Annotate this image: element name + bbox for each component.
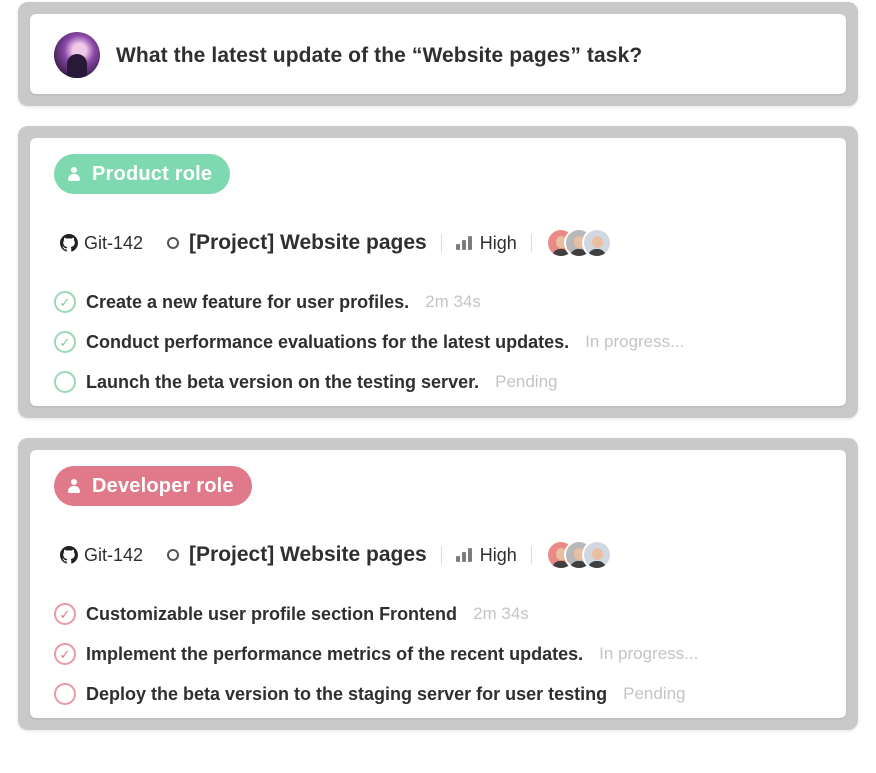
task-list: ✓ Customizable user profile section Fron… xyxy=(54,594,698,714)
empty-circle-icon xyxy=(54,683,76,705)
signal-bars-icon xyxy=(455,548,474,562)
list-item[interactable]: Launch the beta version on the testing s… xyxy=(54,362,684,402)
avatar xyxy=(581,228,612,258)
task-meta: Git-142 [Project] Website pages High xyxy=(60,228,612,258)
role-label: Developer role xyxy=(92,474,234,497)
question-panel: What the latest update of the “Website p… xyxy=(18,2,858,106)
task-status: In progress... xyxy=(585,332,685,351)
github-icon xyxy=(60,546,78,564)
divider xyxy=(440,234,442,252)
list-item[interactable]: Deploy the beta version to the staging s… xyxy=(54,674,698,714)
git-id[interactable]: Git-142 xyxy=(84,545,143,566)
developer-role-panel: Developer role Git-142 [Project] Website… xyxy=(18,438,858,730)
priority-label[interactable]: High xyxy=(480,545,517,566)
list-item[interactable]: ✓ Implement the performance metrics of t… xyxy=(54,634,698,674)
git-id[interactable]: Git-142 xyxy=(84,233,143,254)
list-item[interactable]: ✓ Customizable user profile section Fron… xyxy=(54,594,698,634)
divider xyxy=(440,546,442,564)
role-label: Product role xyxy=(92,162,213,185)
task-status: 2m 34s xyxy=(473,604,529,623)
task-text: Customizable user profile section Fronte… xyxy=(86,603,458,624)
circle-icon xyxy=(167,549,180,561)
github-icon xyxy=(60,234,78,252)
task-status: Pending xyxy=(495,372,558,391)
task-status: 2m 34s xyxy=(425,292,481,311)
person-icon xyxy=(68,479,80,493)
check-circle-icon: ✓ xyxy=(54,643,76,665)
check-circle-icon: ✓ xyxy=(54,603,76,625)
person-icon xyxy=(68,167,80,181)
divider xyxy=(530,234,532,252)
question-text: What the latest update of the “Website p… xyxy=(116,44,643,67)
task-meta: Git-142 [Project] Website pages High xyxy=(60,540,612,570)
developer-role-card: Developer role Git-142 [Project] Website… xyxy=(30,450,846,718)
assignee-avatars[interactable] xyxy=(545,228,612,258)
role-badge[interactable]: Product role xyxy=(54,154,231,194)
empty-circle-icon xyxy=(54,371,76,393)
task-text: Create a new feature for user profiles. xyxy=(86,291,410,312)
list-item[interactable]: ✓ Create a new feature for user profiles… xyxy=(54,282,684,322)
product-role-card: Product role Git-142 [Project] Website p… xyxy=(30,138,846,406)
assignee-avatars[interactable] xyxy=(545,540,612,570)
list-item[interactable]: ✓ Conduct performance evaluations for th… xyxy=(54,322,684,362)
project-name[interactable]: [Project] Website pages xyxy=(189,231,427,255)
avatar xyxy=(581,540,612,570)
check-circle-icon: ✓ xyxy=(54,331,76,353)
project-name[interactable]: [Project] Website pages xyxy=(189,543,427,567)
user-avatar xyxy=(54,32,100,78)
question-card: What the latest update of the “Website p… xyxy=(30,14,846,94)
task-status: In progress... xyxy=(599,644,699,663)
circle-icon xyxy=(167,237,180,249)
priority-label[interactable]: High xyxy=(480,233,517,254)
task-list: ✓ Create a new feature for user profiles… xyxy=(54,282,684,402)
task-text: Implement the performance metrics of the… xyxy=(86,643,584,664)
signal-bars-icon xyxy=(455,236,474,250)
role-badge[interactable]: Developer role xyxy=(54,466,252,506)
task-status: Pending xyxy=(623,684,686,703)
task-text: Deploy the beta version to the staging s… xyxy=(86,683,608,704)
check-circle-icon: ✓ xyxy=(54,291,76,313)
task-text: Launch the beta version on the testing s… xyxy=(86,371,480,392)
divider xyxy=(530,546,532,564)
product-role-panel: Product role Git-142 [Project] Website p… xyxy=(18,126,858,418)
task-text: Conduct performance evaluations for the … xyxy=(86,331,570,352)
